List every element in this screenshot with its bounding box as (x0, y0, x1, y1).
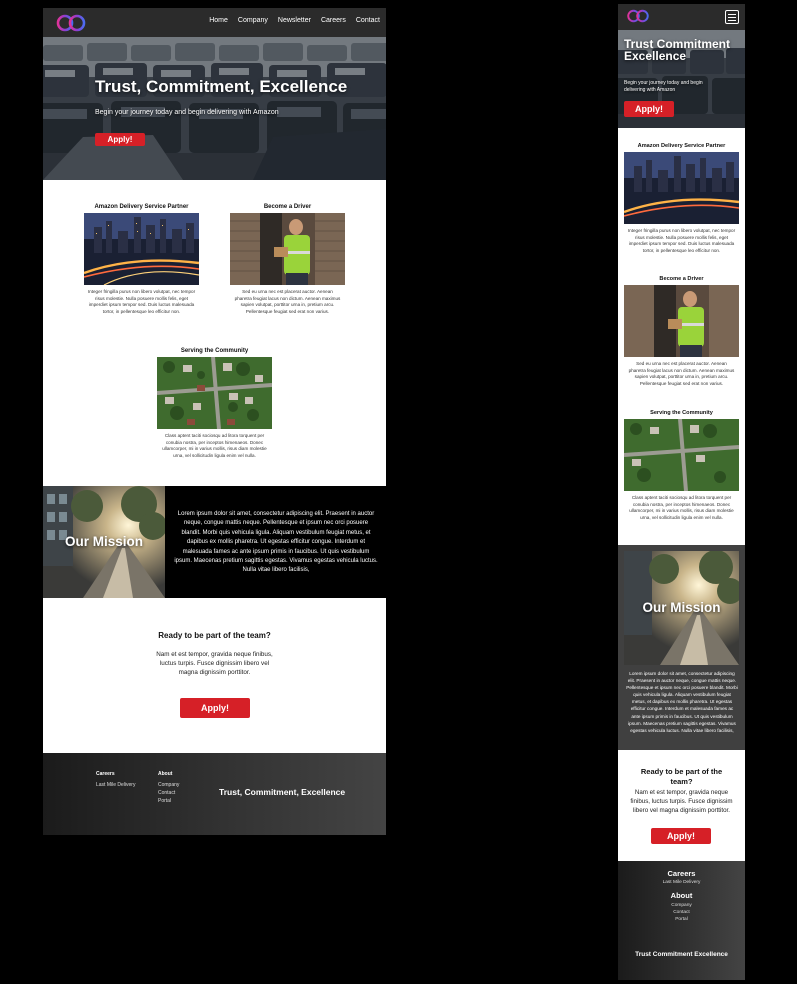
desktop-page: Home Company Newsletter Careers Contact … (43, 8, 386, 835)
card-become-driver: Become a Driver Sed eu urna nec est plac… (230, 204, 345, 315)
mission-text: Lorem ipsum dolor sit amet, consectetur … (626, 671, 738, 733)
hero-subtitle: Begin your journey today and begin deliv… (624, 80, 703, 93)
card-title: Become a Driver (659, 276, 704, 282)
hero-subtitle: Begin your journey today and begin deliv… (95, 109, 279, 116)
logo-icon[interactable] (626, 9, 650, 23)
hero-apply-button[interactable]: Apply! (95, 133, 145, 146)
hero-title: Trust, Commitment, Excellence (95, 77, 348, 96)
mobile-footer: Careers Last Mile Delivery About Company… (618, 861, 745, 980)
footer-link-last-mile[interactable]: Last Mile Delivery (618, 879, 745, 886)
footer: Careers Last Mile Delivery About Company… (43, 753, 386, 835)
footer-link-contact[interactable]: Contact (158, 789, 179, 797)
footer-link-portal[interactable]: Portal (618, 916, 745, 923)
footer-about-heading: About (158, 771, 173, 777)
card-serving-community: Serving the Community Class aptent tacit… (157, 348, 272, 459)
mobile-mission-section: Our Mission Lorem ipsum dolor sit amet, … (618, 545, 745, 750)
footer-tagline: Trust, Commitment, Excellence (219, 787, 346, 797)
nav-link-contact[interactable]: Contact (356, 17, 380, 24)
hamburger-menu-icon[interactable] (725, 10, 739, 24)
footer-link-contact[interactable]: Contact (618, 909, 745, 916)
card-title: Amazon Delivery Service Partner (637, 143, 726, 149)
nav-link-newsletter[interactable]: Newsletter (278, 17, 311, 24)
card-title: Serving the Community (180, 348, 249, 354)
footer-link-portal[interactable]: Portal (158, 797, 179, 805)
footer-about-heading: About (670, 891, 693, 900)
mobile-navbar (618, 4, 745, 30)
mission-section: Our Mission Lorem ipsum dolor sit amet, … (43, 486, 386, 598)
nav-link-company[interactable]: Company (238, 17, 268, 24)
footer-tagline: Trust Commitment Excellence (635, 951, 728, 958)
card-text: Class aptent taciti sociosqu ad litora t… (162, 433, 267, 458)
nav-links: Home Company Newsletter Careers Contact (209, 17, 380, 24)
driver-delivery-image (230, 213, 345, 285)
card-delivery-partner: Amazon Delivery Service Partner Integer … (618, 143, 745, 254)
card-serving-community: Serving the Community Class aptent tacit… (618, 410, 745, 521)
city-night-image (624, 152, 739, 224)
mobile-hero-section: Trust Commitment Excellence Begin your j… (618, 30, 745, 128)
mission-title: Our Mission (642, 600, 721, 615)
navbar: Home Company Newsletter Careers Contact (43, 8, 386, 37)
mission-title: Our Mission (65, 534, 144, 549)
mobile-page: Trust Commitment Excellence Begin your j… (618, 4, 745, 980)
mobile-cta-section: Ready to be part of the team? Nam et est… (618, 750, 745, 861)
hero-title: Trust Commitment Excellence (624, 37, 731, 63)
footer-careers-heading: Careers (667, 869, 696, 878)
cta-section: Ready to be part of the team? Nam et est… (43, 598, 386, 753)
nav-link-careers[interactable]: Careers (321, 17, 346, 24)
city-night-image (84, 213, 199, 285)
cta-title: Ready to be part of the team? (158, 631, 271, 640)
card-become-driver: Become a Driver Sed eu urna nec est plac… (618, 276, 745, 387)
card-title: Amazon Delivery Service Partner (94, 204, 189, 210)
card-text: Class aptent taciti sociosqu ad litora t… (629, 495, 734, 520)
card-text: Sed eu urna nec est placerat auctor. Aen… (234, 289, 341, 314)
cta-apply-button[interactable]: Apply! (180, 698, 250, 718)
hero-apply-button[interactable]: Apply! (624, 101, 674, 117)
footer-careers-column: Careers Last Mile Delivery (96, 771, 135, 789)
cta-text: Nam et est tempor, gravida neque finibus… (630, 789, 733, 814)
logo-icon[interactable] (55, 14, 87, 32)
cta-title: Ready to be part of the team? (640, 767, 723, 786)
footer-link-company[interactable]: Company (158, 781, 179, 789)
nav-link-home[interactable]: Home (209, 17, 228, 24)
card-delivery-partner: Amazon Delivery Service Partner Integer … (84, 204, 199, 315)
hero-section: Trust, Commitment, Excellence Begin your… (43, 37, 386, 180)
card-text: Integer fringilla purus non libero volut… (87, 289, 196, 314)
cta-text: Nam et est tempor, gravida neque finibus… (156, 651, 273, 676)
aerial-neighborhood-image (157, 357, 272, 429)
footer-link-last-mile[interactable]: Last Mile Delivery (96, 781, 135, 789)
footer-about-column: About Company Contact Portal (158, 771, 179, 805)
card-text: Integer fringilla purus non libero volut… (627, 228, 736, 253)
card-text: Sed eu urna nec est placerat auctor. Aen… (628, 361, 735, 386)
aerial-neighborhood-image (624, 419, 739, 491)
footer-careers-heading: Careers (96, 771, 115, 777)
card-title: Serving the Community (650, 410, 713, 416)
mission-text: Lorem ipsum dolor sit amet, consectetur … (174, 511, 378, 574)
cta-apply-button[interactable]: Apply! (651, 828, 711, 844)
card-title: Become a Driver (263, 204, 312, 210)
driver-delivery-image (624, 285, 739, 357)
footer-link-company[interactable]: Company (618, 902, 745, 909)
